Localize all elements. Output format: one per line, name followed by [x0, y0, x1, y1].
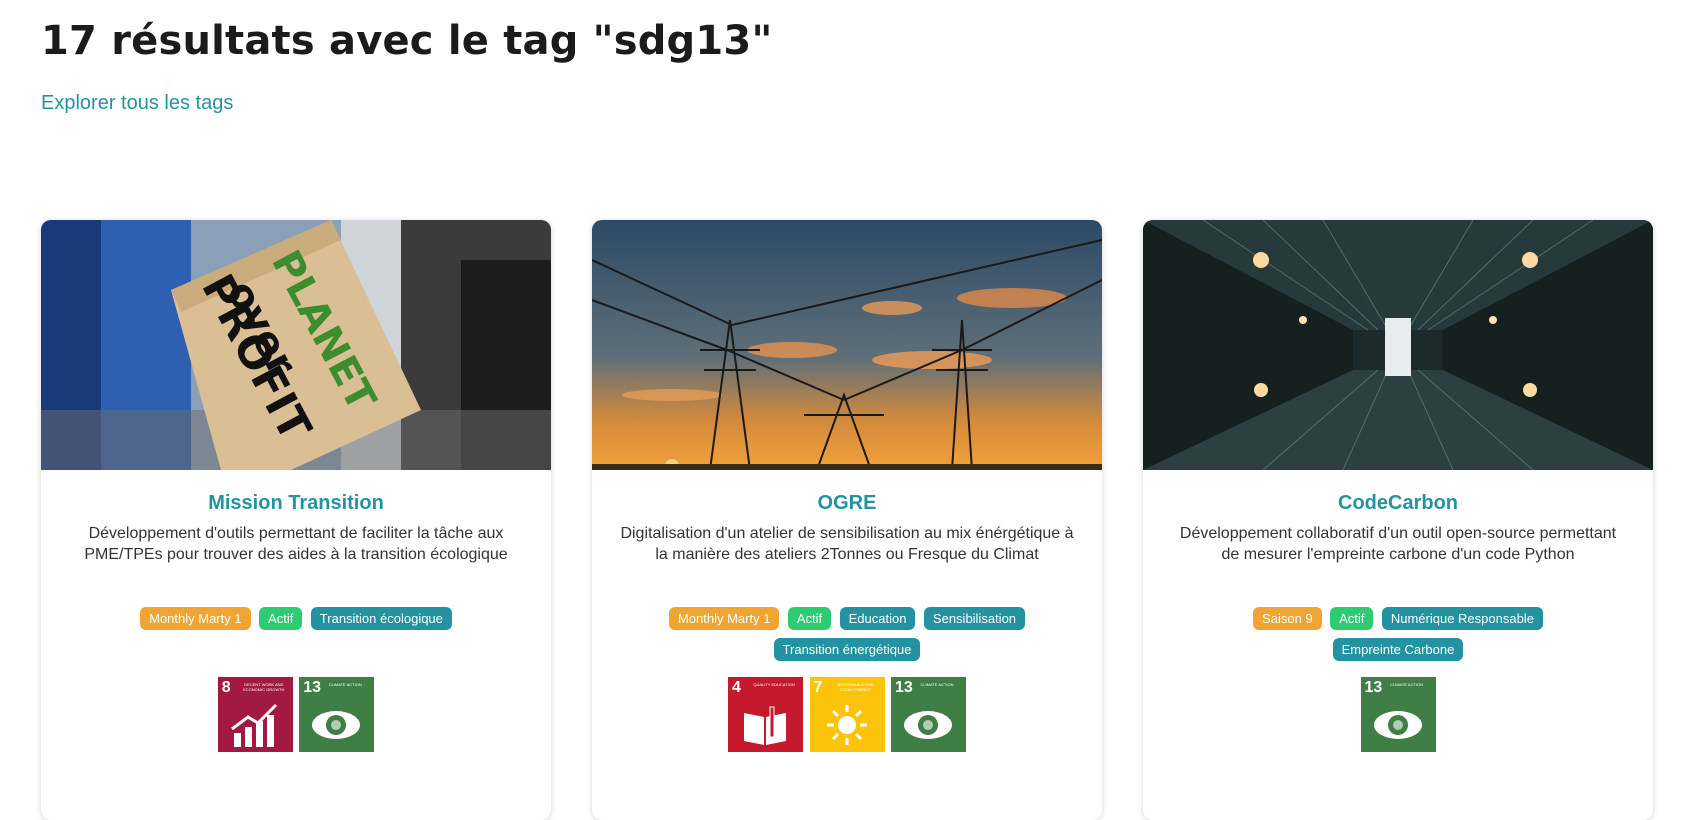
badge-season[interactable]: Monthly Marty 1 [140, 607, 251, 630]
book-icon [744, 706, 787, 745]
sdg-13-icon: 13 CLIMATE ACTION [1360, 677, 1436, 752]
card-description: Digitalisation d'un atelier de sensibili… [620, 525, 1074, 563]
card-image-data-center[interactable] [1143, 220, 1653, 470]
sdg-7-icon: 7 AFFORDABLE AND CLEAN ENERGY [809, 677, 885, 752]
badge-status[interactable]: Actif [259, 607, 303, 630]
card-title[interactable]: OGRE [592, 492, 1102, 515]
badge-season[interactable]: Monthly Marty 1 [668, 607, 780, 630]
card-badges: Monthly Marty 1 Actif Education Sensibil… [592, 607, 1102, 677]
badge-status[interactable]: Actif [787, 607, 832, 630]
project-card-mission-transition[interactable]: PLANET over PROFIT Mission Transition Dé… [41, 220, 551, 820]
sdg-icons: 8 DECENT WORK AND ECONOMIC GROWTH 13 CLI… [41, 677, 551, 752]
badge-tag[interactable]: Numérique Responsable [1381, 607, 1543, 630]
badge-status[interactable]: Actif [1330, 607, 1374, 630]
card-image-power-lines[interactable] [592, 220, 1102, 470]
card-image-protest-sign[interactable]: PLANET over PROFIT [41, 220, 551, 470]
eye-globe-icon [312, 711, 361, 739]
eye-globe-icon [903, 711, 952, 739]
badge-tag[interactable]: Education [839, 607, 916, 630]
card-badges: Monthly Marty 1 Actif Transition écologi… [41, 607, 551, 677]
sdg-8-icon: 8 DECENT WORK AND ECONOMIC GROWTH [217, 677, 293, 752]
badge-tag[interactable]: Transition énergétique [773, 638, 921, 661]
card-title[interactable]: CodeCarbon [1143, 492, 1653, 515]
sdg-13-icon: 13 CLIMATE ACTION [890, 677, 966, 752]
project-card-ogre[interactable]: OGRE Digitalisation d'un atelier de sens… [592, 220, 1102, 820]
sdg-13-icon: 13 CLIMATE ACTION [299, 677, 375, 752]
explore-tags-link[interactable]: Explorer tous les tags [41, 92, 233, 115]
sun-icon [826, 705, 867, 745]
badge-tag[interactable]: Empreinte Carbone [1332, 638, 1464, 661]
sdg-4-icon: 4 QUALITY EDUCATION [728, 677, 804, 752]
project-card-codecarbon[interactable]: CodeCarbon Développement collaboratif d'… [1143, 220, 1653, 820]
card-badges: Saison 9 Actif Numérique Responsable Emp… [1143, 607, 1653, 677]
sdg-icons: 4 QUALITY EDUCATION 7 AFFORDABLE AND CLE… [592, 677, 1102, 752]
badge-season[interactable]: Saison 9 [1253, 607, 1322, 630]
badge-tag[interactable]: Transition écologique [310, 607, 452, 630]
badge-tag[interactable]: Sensibilisation [923, 607, 1026, 630]
card-description: Développement collaboratif d'un outil op… [1179, 525, 1617, 563]
sdg-icons: 13 CLIMATE ACTION [1143, 677, 1653, 752]
card-description: Développement d'outils permettant de fac… [84, 525, 508, 563]
card-title[interactable]: Mission Transition [41, 492, 551, 515]
page-title: 17 résultats avec le tag "sdg13" [41, 18, 773, 64]
eye-globe-icon [1373, 711, 1422, 739]
growth-chart-icon [230, 703, 277, 747]
